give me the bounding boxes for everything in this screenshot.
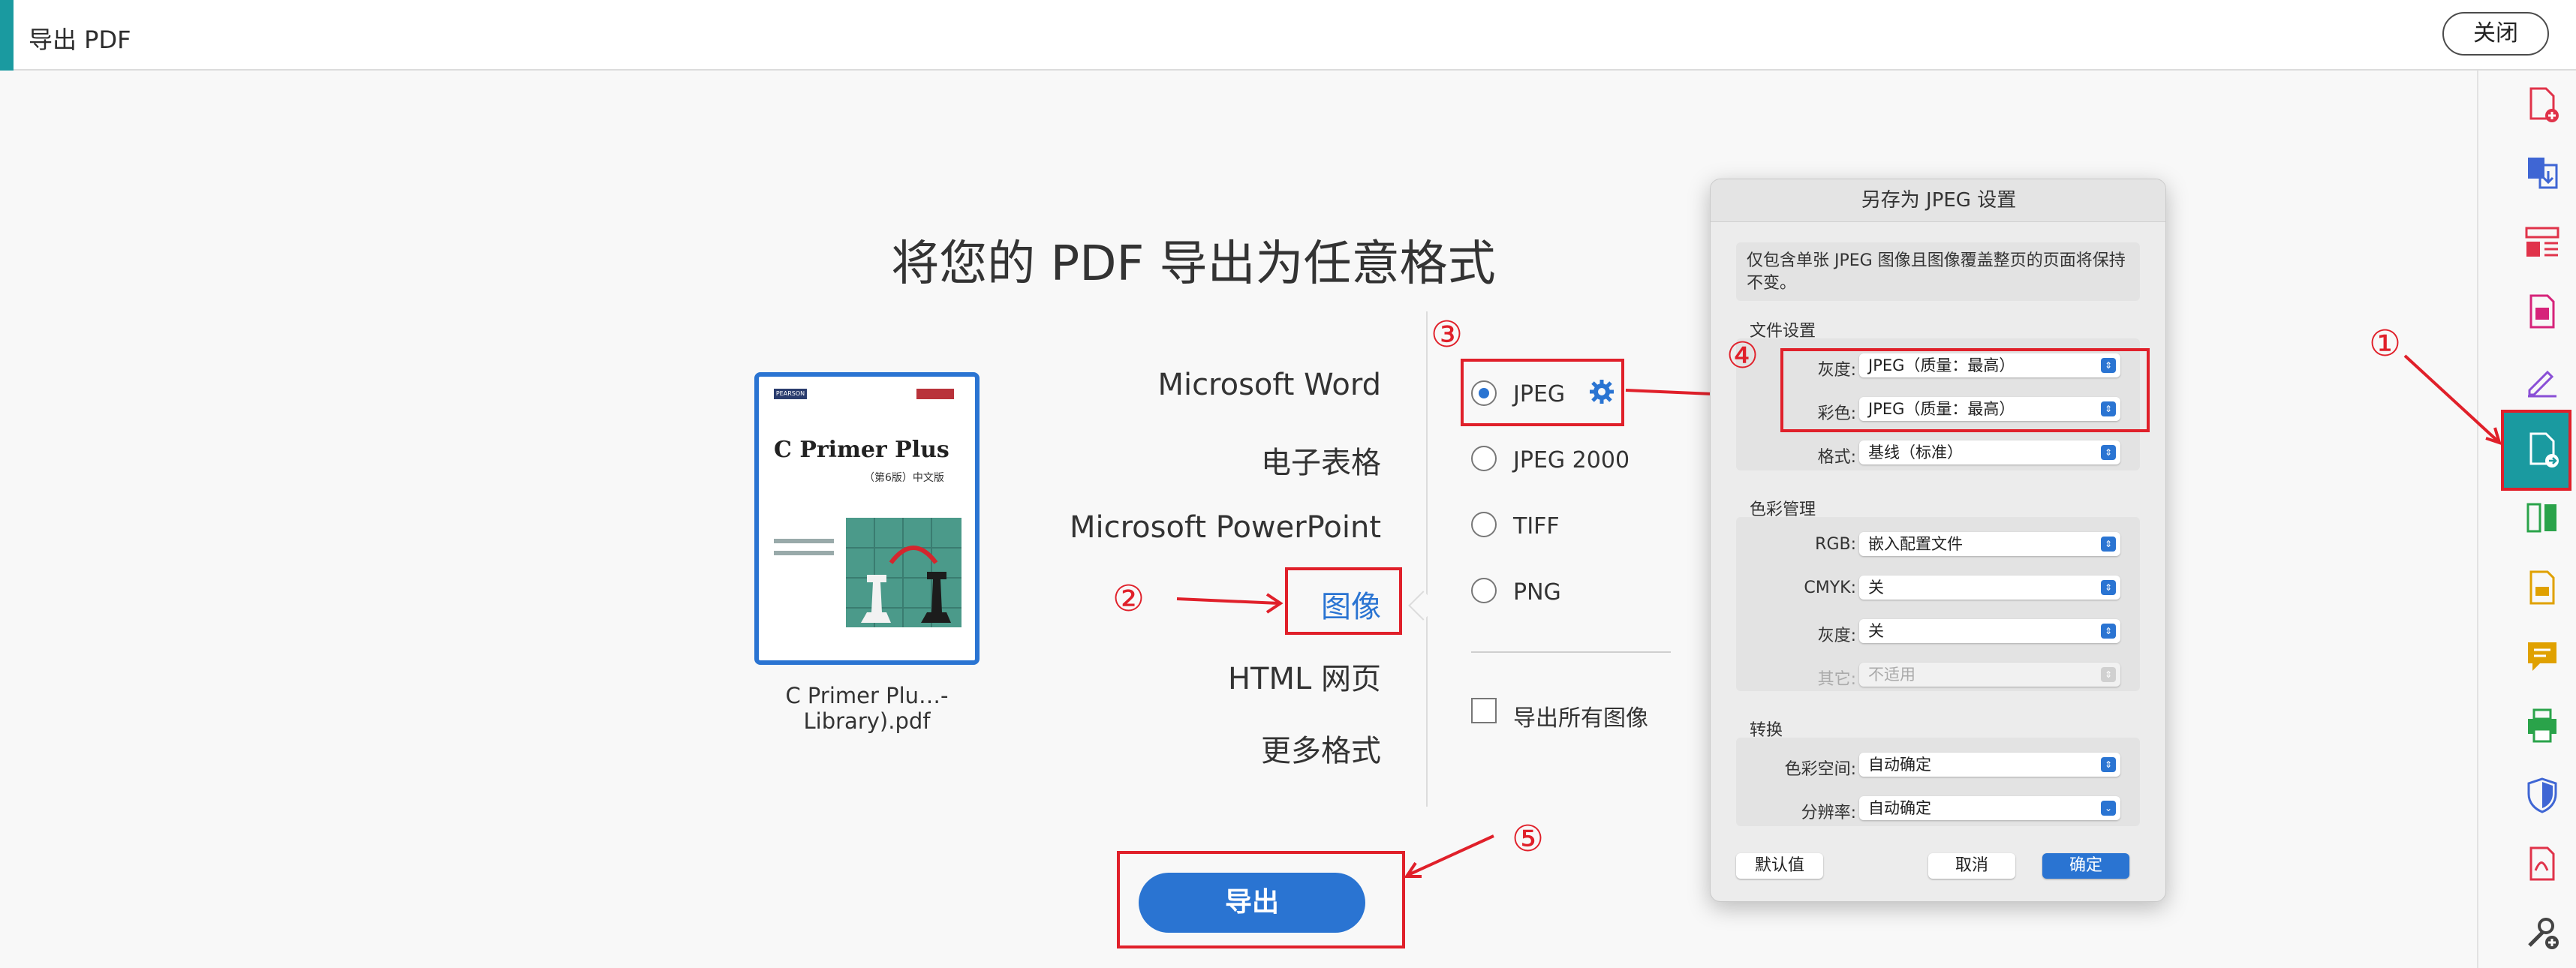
annotation-number-5: ⑤: [1512, 818, 1545, 860]
annotation-box-4: [1780, 348, 2150, 432]
cover-text-line: [774, 539, 834, 543]
format-html[interactable]: HTML 网页: [1228, 654, 1381, 698]
selection-caret: [1408, 591, 1438, 621]
cmyk-select[interactable]: 关 ⇕: [1859, 576, 2120, 600]
cover-title: C Primer Plus: [774, 437, 949, 463]
annotation-number-3: ③: [1431, 314, 1464, 356]
organize-pages-icon[interactable]: [2522, 222, 2562, 263]
comment-icon[interactable]: [2522, 567, 2562, 608]
close-button[interactable]: 关闭: [2442, 12, 2549, 56]
stepper-icon: ⇕: [2101, 757, 2116, 772]
cmyk-value: 关: [1868, 579, 1884, 597]
speech-bubble-icon[interactable]: [2522, 636, 2562, 677]
resolution-select[interactable]: 自动确定 ⌄: [1859, 796, 2120, 820]
radio-tiff[interactable]: [1471, 512, 1497, 537]
radio-png[interactable]: [1471, 578, 1497, 603]
annotation-number-4: ④: [1726, 335, 1759, 377]
print-production-icon[interactable]: [2522, 705, 2562, 746]
rgb-label: RGB:: [1815, 535, 1856, 554]
top-bar: [0, 0, 2576, 71]
combine-files-icon[interactable]: [2522, 153, 2562, 194]
dialog-description: 仅包含单张 JPEG 图像且图像覆盖整页的页面将保持不变。: [1736, 242, 2140, 301]
colorspace-label: 色彩空间:: [1784, 760, 1856, 779]
stepper-icon: ⇕: [2101, 445, 2116, 460]
annotation-number-1: ①: [2369, 323, 2402, 365]
annotation-arrow-2: [1176, 593, 1283, 614]
gray-profile-value: 关: [1868, 622, 1884, 640]
create-pdf-icon[interactable]: [2522, 84, 2562, 125]
format-value: 基线（标准）: [1868, 443, 1963, 461]
cover-text-line: [774, 551, 834, 555]
fill-sign-icon[interactable]: [2522, 360, 2562, 401]
rgb-select[interactable]: 嵌入配置文件 ⇕: [1859, 532, 2120, 556]
stepper-icon: ⇕: [2101, 537, 2116, 552]
radio-label-tiff: TIFF: [1513, 513, 1560, 540]
dialog-title: 另存为 JPEG 设置: [1711, 179, 2165, 222]
cover-publisher: PEARSON: [774, 389, 807, 399]
annotation-box-2: [1285, 567, 1402, 635]
annotation-arrow-5: [1404, 834, 1494, 878]
protect-icon[interactable]: [2522, 774, 2562, 815]
annotation-box-3: [1461, 359, 1624, 426]
cancel-button[interactable]: 取消: [1928, 853, 2015, 879]
colorspace-value: 自动确定: [1868, 756, 1931, 774]
gray-profile-label: 灰度:: [1817, 627, 1856, 645]
stepper-icon: ⇕: [2101, 580, 2116, 595]
header-accent: [0, 0, 14, 71]
resolution-label: 分辨率:: [1801, 804, 1856, 822]
annotation-number-2: ②: [1112, 578, 1145, 620]
defaults-button[interactable]: 默认值: [1736, 853, 1823, 879]
page-title: 导出 PDF: [29, 26, 131, 54]
format-powerpoint[interactable]: Microsoft PowerPoint: [1070, 510, 1381, 545]
cover-edition: （第6版）中文版: [864, 472, 944, 484]
options-divider: [1471, 651, 1671, 653]
more-tools-icon[interactable]: [2522, 912, 2562, 953]
stepper-icon: ⇕: [2101, 624, 2116, 639]
pdf-thumbnail[interactable]: PEARSON C Primer Plus （第6版）中文版: [754, 372, 980, 665]
other-value: 不适用: [1868, 666, 1915, 684]
cmyk-label: CMYK:: [1804, 579, 1856, 597]
radio-label-png: PNG: [1513, 579, 1561, 606]
other-label: 其它:: [1817, 670, 1856, 689]
format-microsoft-word[interactable]: Microsoft Word: [1157, 368, 1381, 402]
annotation-box-1: [2501, 410, 2571, 491]
radio-label-jpeg2000: JPEG 2000: [1513, 447, 1630, 473]
format-spreadsheet[interactable]: 电子表格: [1261, 438, 1381, 482]
annotation-box-5: [1117, 851, 1405, 948]
compare-icon[interactable]: [2522, 498, 2562, 539]
gray-profile-select[interactable]: 关 ⇕: [1859, 619, 2120, 643]
resolution-value: 自动确定: [1868, 799, 1931, 817]
column-divider: [1426, 311, 1428, 807]
rgb-value: 嵌入配置文件: [1868, 535, 1963, 553]
radio-jpeg2000[interactable]: [1471, 446, 1497, 471]
export-all-images-label: 导出所有图像: [1513, 705, 1648, 732]
format-more[interactable]: 更多格式: [1261, 726, 1381, 770]
format-label: 格式:: [1817, 448, 1856, 467]
pdf-filename: C Primer Plu…-Library).pdf: [785, 683, 949, 734]
cover-chess-art: [846, 518, 961, 627]
other-select: 不适用 ⇕: [1859, 663, 2120, 687]
annotation-arrow-1: [2403, 354, 2502, 446]
cover-badge: [916, 389, 954, 399]
page-headline: 将您的 PDF 导出为任意格式: [891, 236, 1496, 292]
pdf-standards-icon[interactable]: [2522, 843, 2562, 884]
export-all-images-checkbox[interactable]: [1471, 698, 1497, 723]
ok-button[interactable]: 确定: [2042, 853, 2129, 879]
jpeg-settings-dialog: 另存为 JPEG 设置 仅包含单张 JPEG 图像且图像覆盖整页的页面将保持不变…: [1710, 179, 2166, 902]
edit-pdf-icon[interactable]: [2522, 291, 2562, 332]
colorspace-select[interactable]: 自动确定 ⇕: [1859, 753, 2120, 777]
format-select[interactable]: 基线（标准） ⇕: [1859, 440, 2120, 464]
stepper-icon: ⇕: [2101, 667, 2116, 682]
chevron-down-icon: ⌄: [2101, 801, 2116, 816]
